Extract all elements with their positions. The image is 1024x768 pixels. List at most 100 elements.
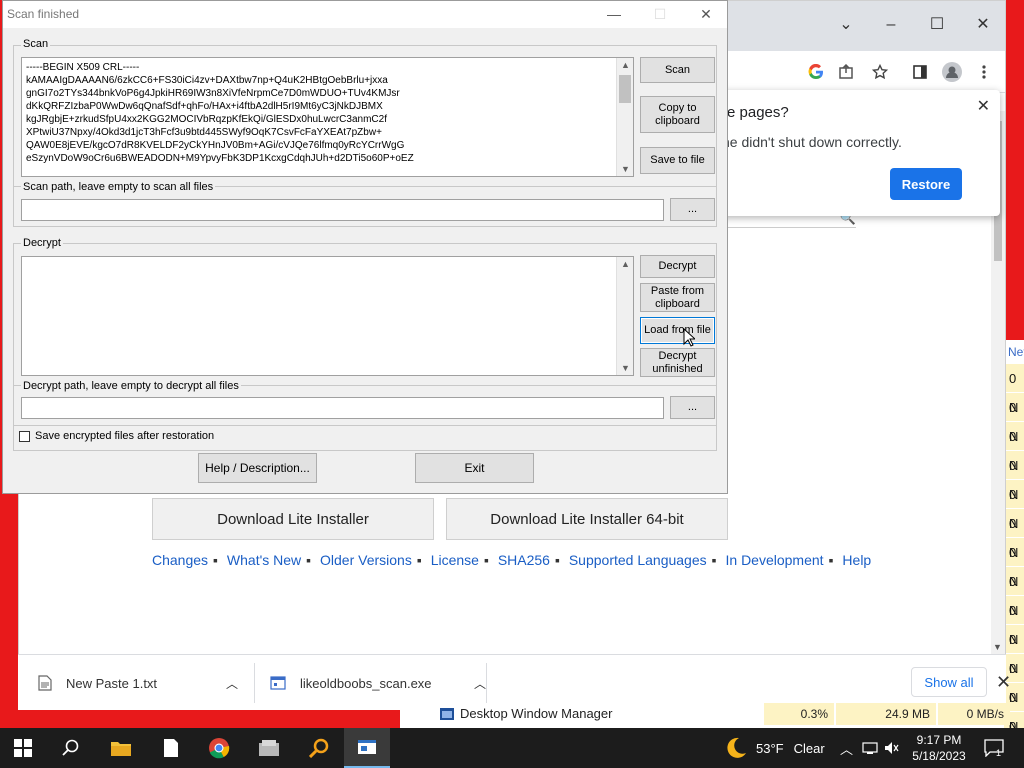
close-popup-icon[interactable]: ✕: [977, 96, 990, 116]
save-encrypted-checkbox[interactable]: [19, 431, 30, 442]
scan-output-line: kAMAAIgDAAAAN6/6zkCC6+FS30iCi4zv+DAXtbw7…: [26, 75, 388, 86]
process-name: Desktop Window Manager: [460, 706, 613, 721]
close-icon[interactable]: ✕: [691, 4, 721, 24]
show-all-button[interactable]: Show all: [911, 667, 987, 697]
decrypt-input-textbox[interactable]: ▲ ▼: [21, 256, 634, 376]
tab-search-icon[interactable]: ⌄: [834, 13, 858, 37]
share-icon[interactable]: [835, 61, 857, 83]
chevron-up-icon[interactable]: ︿: [226, 675, 238, 692]
scan-output-line: kgJRgbjE+zrkudSfpU4xx2KGG2MOCIVbRqzpKfEk…: [26, 114, 387, 125]
maximize-icon[interactable]: ☐: [925, 13, 949, 37]
link-license[interactable]: License: [431, 552, 479, 568]
scroll-down-icon[interactable]: ▼: [621, 363, 630, 373]
decrypt-button[interactable]: Decrypt: [640, 255, 715, 278]
weather-temperature: 53°F: [756, 740, 784, 756]
side-panel-icon[interactable]: [909, 61, 931, 83]
mouse-cursor-icon: [683, 328, 695, 347]
scroll-down-icon[interactable]: ▼: [621, 164, 630, 174]
search-tool-button[interactable]: [296, 728, 342, 768]
exit-button[interactable]: Exit: [415, 453, 534, 483]
search-button[interactable]: [48, 728, 94, 768]
restore-popup-title: re pages?: [722, 104, 789, 121]
text-file-icon: [38, 675, 52, 691]
scan-output-line: QAW0E8jEVE/kgcO7dR8KVELDF2yCkYHnJV0Bm+AG…: [26, 140, 405, 151]
link-supported-languages[interactable]: Supported Languages: [569, 552, 707, 568]
scroll-up-icon[interactable]: ▲: [621, 259, 630, 269]
link-sha256[interactable]: SHA256: [498, 552, 550, 568]
link-changes[interactable]: Changes: [152, 552, 208, 568]
windows-logo-icon: [14, 739, 32, 757]
save-to-file-button[interactable]: Save to file: [640, 147, 715, 174]
decrypt-input-scrollbar[interactable]: ▲ ▼: [616, 257, 633, 375]
profile-avatar[interactable]: [941, 61, 963, 83]
network-cell: 0 N: [1004, 596, 1024, 647]
dialog-titlebar: Scan finished — ☐ ✕: [3, 1, 727, 28]
dialog-title: Scan finished: [7, 7, 80, 21]
weather-widget[interactable]: 53°F Clear: [724, 728, 825, 768]
link-help[interactable]: Help: [842, 552, 871, 568]
bookmark-star-icon[interactable]: [869, 61, 891, 83]
network-icon[interactable]: [862, 728, 878, 768]
restore-button[interactable]: Restore: [890, 168, 962, 200]
close-window-icon[interactable]: ✕: [971, 13, 995, 37]
weather-condition: Clear: [793, 740, 825, 756]
scan-button[interactable]: Scan: [640, 57, 715, 83]
volume-icon[interactable]: [884, 728, 900, 768]
taskbar-clock[interactable]: 9:17 PM 5/18/2023: [906, 732, 972, 764]
chevron-up-icon[interactable]: ︿: [474, 675, 486, 692]
search-icon: [62, 739, 79, 756]
google-icon[interactable]: [805, 61, 827, 83]
download-item-name: New Paste 1.txt: [66, 675, 158, 691]
load-from-file-button[interactable]: Load from file: [640, 317, 715, 344]
clock-time: 9:17 PM: [916, 733, 962, 747]
network-cell: 0 N: [1004, 422, 1024, 473]
link-older-versions[interactable]: Older Versions: [320, 552, 412, 568]
task-manager-row[interactable]: Desktop Window Manager 0.3% 24.9 MB 0 MB…: [410, 703, 1010, 725]
network-cell: 0 N: [1004, 509, 1024, 560]
paste-from-clipboard-button[interactable]: Paste from clipboard: [640, 283, 715, 312]
process-memory: 24.9 MB: [836, 703, 936, 725]
chrome-icon: [209, 738, 230, 759]
scrollbar-thumb[interactable]: [619, 75, 631, 103]
window-app-icon: [358, 740, 376, 754]
file-explorer-button[interactable]: [98, 728, 144, 768]
decrypt-path-input[interactable]: [21, 397, 664, 419]
chrome-button[interactable]: [196, 728, 242, 768]
tray-chevron-icon[interactable]: ︿: [840, 728, 853, 768]
copy-to-clipboard-button[interactable]: Copy to clipboard: [640, 96, 715, 133]
scan-output-scrollbar[interactable]: ▲ ▼: [616, 58, 633, 176]
help-description-button[interactable]: Help / Description...: [198, 453, 317, 483]
scan-output-text: -----BEGIN X509 CRL----- kAMAAIgDAAAAN6/6…: [26, 61, 414, 165]
divider: [13, 425, 717, 426]
network-cell: 0 N: [1004, 364, 1024, 415]
more-menu-icon[interactable]: [973, 61, 995, 83]
minimize-icon[interactable]: –: [879, 13, 903, 37]
minimize-icon[interactable]: —: [599, 4, 629, 24]
maximize-icon: ☐: [653, 6, 667, 22]
network-column-header[interactable]: Net: [1004, 340, 1024, 364]
scan-output-textbox[interactable]: -----BEGIN X509 CRL----- kAMAAIgDAAAAN6/6…: [21, 57, 634, 177]
task-manager-network-column: Net 0 N0 N0 N0 N0 N0 N0 N0 N0 N0 N0 N0 N…: [1004, 340, 1024, 763]
notification-icon[interactable]: 1: [984, 728, 1004, 768]
download-lite-installer-button[interactable]: Download Lite Installer: [152, 498, 434, 540]
download-links-row: Changes ▪ What's New ▪ Older Versions ▪ Lic…: [152, 552, 872, 568]
scan-finished-dialog: Scan finished — ☐ ✕ Scan -----BEGIN X509…: [2, 0, 728, 494]
close-shelf-icon[interactable]: ✕: [996, 672, 1011, 693]
link-whats-new[interactable]: What's New: [227, 552, 301, 568]
download-lite-installer-64-button[interactable]: Download Lite Installer 64-bit: [446, 498, 728, 540]
scan-tool-button[interactable]: [344, 728, 390, 768]
scan-path-input[interactable]: [21, 199, 664, 221]
download-item-paste[interactable]: New Paste 1.txt ︿: [38, 655, 252, 711]
start-button[interactable]: [0, 728, 46, 768]
link-in-development[interactable]: In Development: [726, 552, 824, 568]
decrypt-path-browse-button[interactable]: ...: [670, 396, 715, 419]
decrypt-unfinished-button[interactable]: Decrypt unfinished: [640, 348, 715, 377]
scroll-down-arrow-icon[interactable]: ▼: [993, 642, 1002, 652]
app-button[interactable]: [246, 728, 292, 768]
scan-path-browse-button[interactable]: ...: [670, 198, 715, 221]
divider: [254, 663, 255, 703]
process-disk: 0 MB/s: [938, 703, 1010, 725]
notepad-button[interactable]: [148, 728, 194, 768]
scroll-up-icon[interactable]: ▲: [621, 60, 630, 70]
scan-output-line: gnGI7o2TYs344bnkVoP6g4JpkiHR69IW3n8XiVfe…: [26, 88, 400, 99]
